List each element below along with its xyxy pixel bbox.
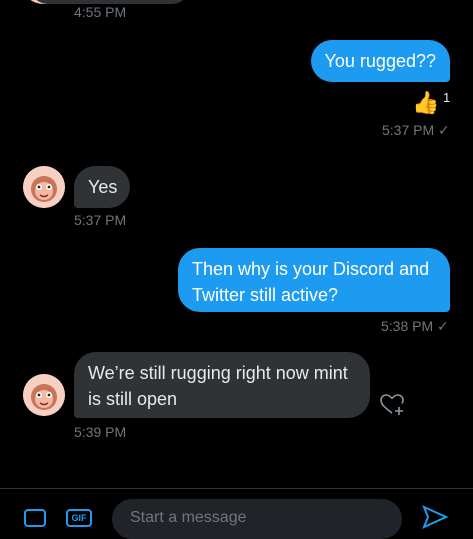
message-time: 5:38 PM (381, 318, 434, 334)
message-composer: GIF Start a message (0, 488, 473, 539)
message-time-row: 5:38 PM ✓ (381, 318, 449, 335)
sent-message-bubble[interactable]: You rugged?? (310, 40, 450, 82)
message-time: 4:55 PM (74, 4, 127, 20)
message-time: 5:39 PM (74, 424, 127, 440)
message-text: We’re still rugging right now mint is st… (88, 363, 348, 409)
image-icon[interactable] (24, 509, 46, 527)
checkmark-icon: ✓ (437, 318, 449, 334)
reaction-badge[interactable]: 👍 1 (412, 90, 450, 116)
add-reaction-icon[interactable] (380, 393, 406, 417)
message-time: 5:37 PM (382, 122, 435, 138)
gif-icon[interactable]: GIF (66, 509, 92, 527)
reaction-count: 1 (443, 90, 451, 105)
message-input[interactable]: Start a message (112, 499, 402, 539)
avatar[interactable] (23, 374, 65, 416)
received-message-bubble[interactable]: We’re still rugging right now mint is st… (74, 352, 370, 418)
received-message-bubble[interactable]: Yes (74, 166, 130, 208)
avatar[interactable] (23, 166, 65, 208)
message-time-row: 5:37 PM ✓ (382, 122, 450, 139)
checkmark-icon: ✓ (438, 122, 450, 138)
message-text: Yes (88, 177, 118, 197)
thumbs-up-icon: 👍 (412, 90, 440, 115)
sent-message-bubble[interactable]: Then why is your Discord and Twitter sti… (178, 248, 450, 312)
send-icon[interactable] (422, 505, 449, 529)
message-text: You rugged?? (324, 51, 436, 71)
message-text: Then why is your Discord and Twitter sti… (192, 259, 430, 305)
message-time: 5:37 PM (74, 212, 127, 228)
